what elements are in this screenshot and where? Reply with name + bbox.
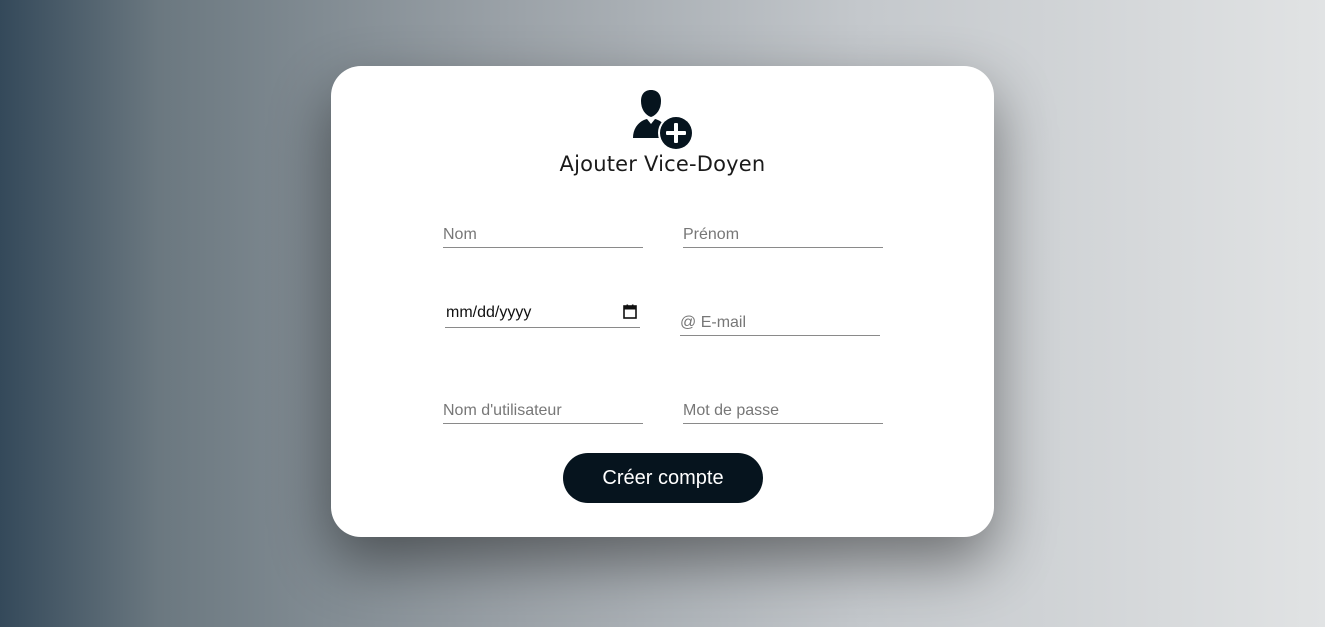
username-input[interactable] [443, 399, 643, 424]
email-input[interactable] [680, 311, 880, 336]
form-card: Ajouter Vice-Doyen mm/dd/yyyy Créer comp… [331, 66, 994, 537]
calendar-icon[interactable] [623, 304, 637, 319]
user-add-icon [631, 88, 695, 152]
birthdate-input[interactable]: mm/dd/yyyy [445, 302, 640, 328]
page-title: Ajouter Vice-Doyen [559, 152, 766, 176]
create-account-button[interactable]: Créer compte [563, 453, 763, 503]
nom-input[interactable] [443, 223, 643, 248]
date-value: mm/dd/yyyy [446, 304, 532, 321]
prenom-input[interactable] [683, 223, 883, 248]
password-input[interactable] [683, 399, 883, 424]
